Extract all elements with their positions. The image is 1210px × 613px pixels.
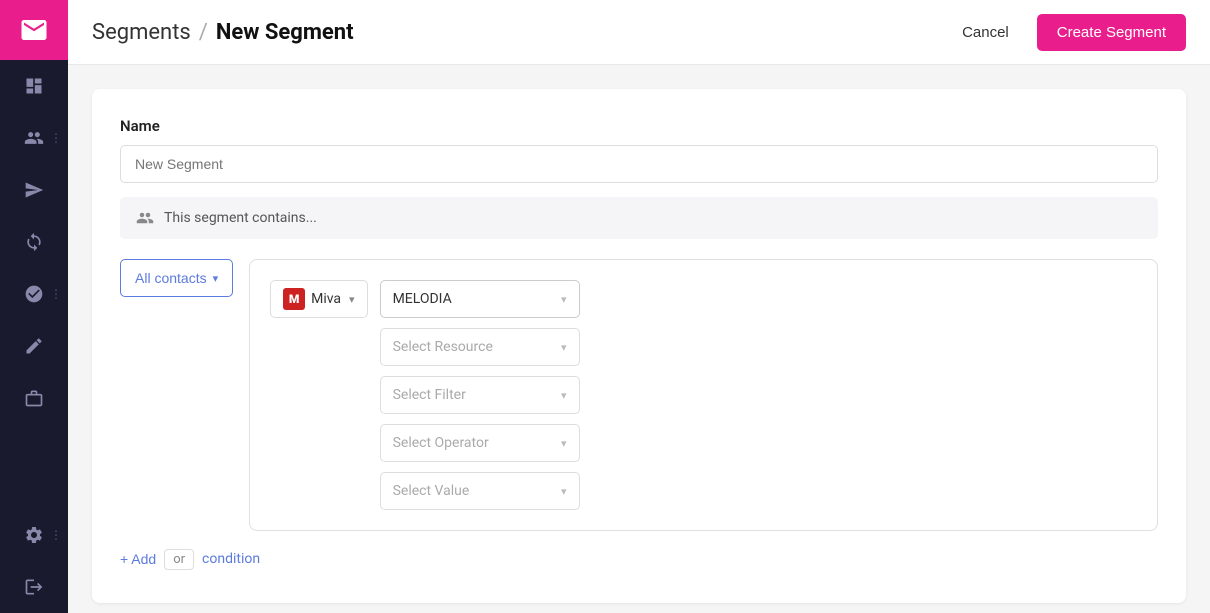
automations-icon <box>24 232 44 252</box>
email-icon <box>19 15 49 45</box>
sidebar-item-forms[interactable] <box>0 320 68 372</box>
sidebar-item-integrations[interactable]: ⋮ <box>0 268 68 320</box>
operator-chevron-icon: ▾ <box>561 437 567 450</box>
miva-logo-icon: M <box>283 288 305 310</box>
name-input[interactable] <box>120 145 1158 183</box>
condition-link[interactable]: condition <box>202 551 260 567</box>
add-button[interactable]: + Add <box>120 547 156 571</box>
segment-contains-text: This segment contains... <box>164 210 317 226</box>
breadcrumb-current: New Segment <box>216 20 354 45</box>
resource-placeholder: Select Resource <box>393 339 493 355</box>
forms-icon <box>24 336 44 356</box>
settings-icon <box>24 525 44 545</box>
sidebar-logo <box>0 0 68 60</box>
sidebar-item-campaigns[interactable] <box>0 164 68 216</box>
sidebar-item-settings[interactable]: ⋮ <box>0 509 68 561</box>
send-icon <box>24 180 44 200</box>
resource-chevron-icon: ▾ <box>561 341 567 354</box>
operator-dropdown[interactable]: Select Operator ▾ <box>380 424 580 462</box>
sidebar-item-contacts[interactable]: ⋮ <box>0 112 68 164</box>
all-contacts-chevron-icon: ▾ <box>213 272 219 285</box>
sidebar-item-logout[interactable] <box>0 561 68 613</box>
melodia-value: MELODIA <box>393 291 452 307</box>
breadcrumb-separator: / <box>199 20 208 45</box>
header-actions: Cancel Create Segment <box>950 14 1186 51</box>
segment-contains-row: This segment contains... <box>120 197 1158 239</box>
value-dropdown[interactable]: Select Value ▾ <box>380 472 580 510</box>
dropdowns-stack: MELODIA ▾ Select Resource ▾ Select Filte… <box>380 280 580 510</box>
integrations-dots: ⋮ <box>50 287 62 301</box>
breadcrumb-parent: Segments <box>92 20 191 45</box>
all-contacts-button[interactable]: All contacts ▾ <box>120 259 233 297</box>
condition-area: All contacts ▾ M Miva ▾ <box>120 259 1158 531</box>
segment-card: Name This segment contains... All contac… <box>92 89 1186 603</box>
sidebar-item-dashboard[interactable] <box>0 60 68 112</box>
name-label: Name <box>120 117 1158 135</box>
settings-dots: ⋮ <box>50 528 62 542</box>
melodia-dropdown[interactable]: MELODIA ▾ <box>380 280 580 318</box>
contacts-dots: ⋮ <box>50 131 62 145</box>
value-placeholder: Select Value <box>393 483 470 499</box>
integration-name: Miva <box>311 291 341 307</box>
group-icon <box>136 209 154 227</box>
integration-selector[interactable]: M Miva ▾ <box>270 280 367 318</box>
value-chevron-icon: ▾ <box>561 485 567 498</box>
contacts-icon <box>24 128 44 148</box>
integrations-icon <box>24 284 44 304</box>
filter-chevron-icon: ▾ <box>561 389 567 402</box>
melodia-chevron-icon: ▾ <box>561 293 567 306</box>
all-contacts-label: All contacts <box>135 270 207 286</box>
operator-placeholder: Select Operator <box>393 435 489 451</box>
cancel-button[interactable]: Cancel <box>950 16 1021 49</box>
sidebar-item-products[interactable] <box>0 372 68 424</box>
page-content: Name This segment contains... All contac… <box>68 65 1210 613</box>
resource-dropdown[interactable]: Select Resource ▾ <box>380 328 580 366</box>
breadcrumb: Segments / New Segment <box>92 20 950 45</box>
main-content: Segments / New Segment Cancel Create Seg… <box>68 0 1210 613</box>
filter-placeholder: Select Filter <box>393 387 466 403</box>
sidebar-item-automations[interactable] <box>0 216 68 268</box>
dashboard-icon <box>24 76 44 96</box>
create-segment-button[interactable]: Create Segment <box>1037 14 1186 51</box>
integration-chevron-icon: ▾ <box>349 293 355 306</box>
condition-box: M Miva ▾ MELODIA ▾ Se <box>249 259 1158 531</box>
sidebar: ⋮ ⋮ ⋮ <box>0 0 68 613</box>
add-condition-row: + Add or condition <box>120 547 1158 571</box>
logout-icon <box>24 577 44 597</box>
page-header: Segments / New Segment Cancel Create Seg… <box>68 0 1210 65</box>
or-badge: or <box>164 549 194 570</box>
filter-dropdown[interactable]: Select Filter ▾ <box>380 376 580 414</box>
products-icon <box>24 388 44 408</box>
